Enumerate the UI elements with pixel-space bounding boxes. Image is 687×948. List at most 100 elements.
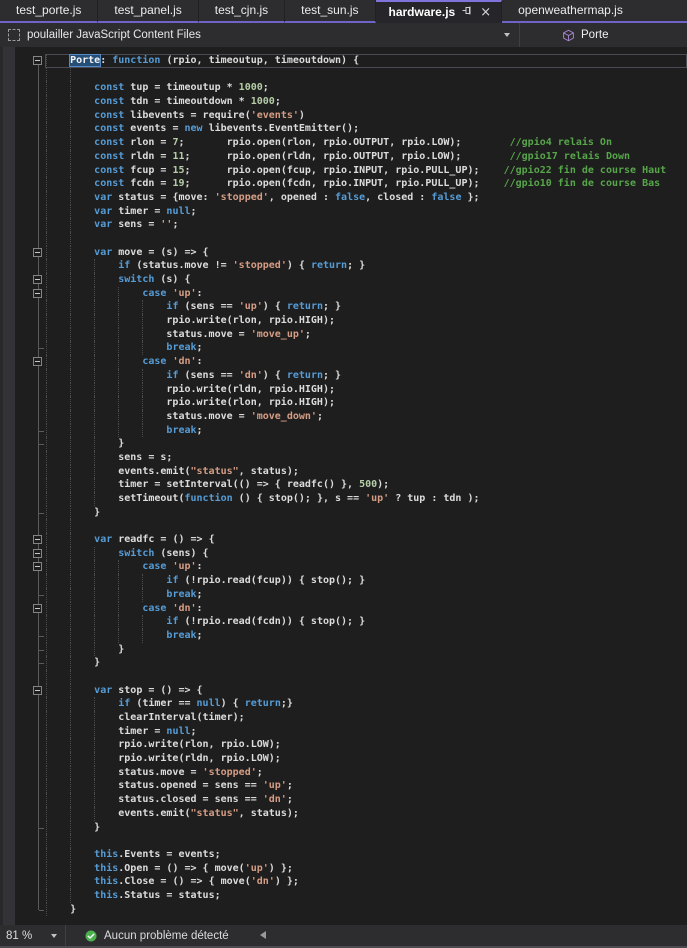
code-line[interactable]: events.emit("status", status);: [0, 465, 687, 479]
code-line[interactable]: break;: [0, 424, 687, 438]
code-line[interactable]: rpio.write(rldn, rpio.LOW);: [0, 752, 687, 766]
dropdown-arrow-icon[interactable]: [504, 33, 510, 37]
code-line[interactable]: const rldn = 11; rpio.open(rldn, rpio.OU…: [0, 150, 687, 164]
pin-icon[interactable]: [462, 3, 473, 22]
tab-test-porte-js[interactable]: test_porte.js: [0, 0, 98, 23]
indent-guide: [70, 68, 71, 82]
code-line[interactable]: timer = setInterval(() => { readfc() }, …: [0, 478, 687, 492]
project-context-dropdown[interactable]: poulailler JavaScript Content Files: [0, 23, 519, 47]
fold-collapse-icon[interactable]: [33, 562, 42, 571]
code-line[interactable]: }: [0, 437, 687, 451]
code-line[interactable]: Porte: function (rpio, timeoutup, timeou…: [0, 54, 687, 68]
code-line[interactable]: rpio.write(rlon, rpio.HIGH);: [0, 396, 687, 410]
code-line[interactable]: if (sens == 'up') { return; }: [0, 300, 687, 314]
code-line[interactable]: const fcdn = 19; rpio.open(fcdn, rpio.IN…: [0, 177, 687, 191]
code-line[interactable]: break;: [0, 629, 687, 643]
close-icon[interactable]: ×: [480, 3, 491, 22]
code-line[interactable]: [0, 834, 687, 848]
code-line[interactable]: }: [0, 656, 687, 670]
zoom-dropdown-arrow-icon[interactable]: [51, 934, 57, 938]
code-line[interactable]: var timer = null;: [0, 205, 687, 219]
code-line[interactable]: this.Close = () => { move('dn') };: [0, 875, 687, 889]
code-line[interactable]: var sens = '';: [0, 218, 687, 232]
code-line[interactable]: break;: [0, 341, 687, 355]
code-line[interactable]: case 'dn':: [0, 355, 687, 369]
code-text: const tup = timeoutup * 1000;: [0, 81, 687, 95]
code-line[interactable]: this.Status = status;: [0, 889, 687, 903]
document-health-indicator[interactable]: Aucun problème détecté: [85, 930, 229, 942]
tab-hardware-js[interactable]: hardware.js ×: [376, 0, 503, 23]
code-line[interactable]: const tup = timeoutup * 1000;: [0, 81, 687, 95]
code-line[interactable]: timer = null;: [0, 725, 687, 739]
tab-test-sun-js[interactable]: test_sun.js: [285, 0, 375, 23]
code-editor[interactable]: Porte: function (rpio, timeoutup, timeou…: [0, 47, 687, 925]
code-line[interactable]: case 'up':: [0, 560, 687, 574]
code-line[interactable]: var status = {move: 'stopped', opened : …: [0, 191, 687, 205]
code-line[interactable]: }: [0, 506, 687, 520]
code-line[interactable]: setTimeout(function () { stop(); }, s ==…: [0, 492, 687, 506]
code-line[interactable]: rpio.write(rlon, rpio.LOW);: [0, 738, 687, 752]
editor-status-row: 81 % Aucun problème détecté: [0, 925, 687, 946]
code-line[interactable]: if (sens == 'dn') { return; }: [0, 369, 687, 383]
code-line[interactable]: }: [0, 903, 687, 917]
code-line[interactable]: const fcup = 15; rpio.open(fcup, rpio.IN…: [0, 164, 687, 178]
fold-collapse-icon[interactable]: [33, 56, 42, 65]
code-text: if (!rpio.read(fcup)) { stop(); }: [0, 574, 687, 588]
code-line[interactable]: const events = new libevents.EventEmitte…: [0, 122, 687, 136]
code-line[interactable]: status.opened = sens == 'up';: [0, 779, 687, 793]
code-line[interactable]: const tdn = timeoutdown * 1000;: [0, 95, 687, 109]
fold-collapse-icon[interactable]: [33, 549, 42, 558]
code-line[interactable]: const libevents = require('events'): [0, 109, 687, 123]
code-text: }: [0, 821, 687, 835]
fold-collapse-icon[interactable]: [33, 535, 42, 544]
code-line[interactable]: this.Open = () => { move('up') };: [0, 862, 687, 876]
code-line[interactable]: events.emit("status", status);: [0, 807, 687, 821]
code-line[interactable]: }: [0, 643, 687, 657]
code-line[interactable]: [0, 68, 687, 82]
code-line[interactable]: case 'dn':: [0, 602, 687, 616]
tab-test-panel-js[interactable]: test_panel.js: [98, 0, 198, 23]
code-line[interactable]: }: [0, 821, 687, 835]
fold-collapse-icon[interactable]: [33, 289, 42, 298]
fold-collapse-icon[interactable]: [33, 275, 42, 284]
code-text: this.Open = () => { move('up') };: [0, 862, 687, 876]
code-line[interactable]: switch (sens) {: [0, 547, 687, 561]
code-line[interactable]: if (timer == null) { return;}: [0, 697, 687, 711]
code-line[interactable]: status.move = 'move_up';: [0, 328, 687, 342]
code-line[interactable]: status.move = 'move_down';: [0, 410, 687, 424]
code-line[interactable]: var move = (s) => {: [0, 246, 687, 260]
code-line[interactable]: sens = s;: [0, 451, 687, 465]
code-line[interactable]: [0, 519, 687, 533]
fold-collapse-icon[interactable]: [33, 248, 42, 257]
fold-collapse-icon[interactable]: [33, 357, 42, 366]
zoom-control[interactable]: 81 %: [0, 925, 66, 946]
code-line[interactable]: break;: [0, 588, 687, 602]
indent-guide: [46, 519, 47, 533]
scrollbar-left-arrow-icon[interactable]: [260, 931, 266, 939]
code-line[interactable]: [0, 670, 687, 684]
code-line[interactable]: status.closed = sens == 'dn';: [0, 793, 687, 807]
tab-openweathermap-js[interactable]: openweathermap.js: [502, 0, 687, 23]
code-line[interactable]: if (!rpio.read(fcup)) { stop(); }: [0, 574, 687, 588]
code-line[interactable]: if (status.move != 'stopped') { return; …: [0, 259, 687, 273]
member-dropdown[interactable]: Porte: [520, 23, 687, 47]
fold-collapse-icon[interactable]: [33, 686, 42, 695]
code-line[interactable]: this.Events = events;: [0, 848, 687, 862]
code-line[interactable]: var stop = () => {: [0, 684, 687, 698]
code-line[interactable]: switch (s) {: [0, 273, 687, 287]
code-text: this.Close = () => { move('dn') };: [0, 875, 687, 889]
code-line[interactable]: status.move = 'stopped';: [0, 766, 687, 780]
code-text: Porte: function (rpio, timeoutup, timeou…: [0, 54, 687, 68]
indent-guide: [70, 670, 71, 684]
code-line[interactable]: case 'up':: [0, 287, 687, 301]
tab-test-cjn-js[interactable]: test_cjn.js: [199, 0, 285, 23]
fold-collapse-icon[interactable]: [33, 604, 42, 613]
code-line[interactable]: var readfc = () => {: [0, 533, 687, 547]
code-line[interactable]: clearInterval(timer);: [0, 711, 687, 725]
code-line[interactable]: [0, 232, 687, 246]
code-line[interactable]: const rlon = 7; rpio.open(rlon, rpio.OUT…: [0, 136, 687, 150]
code-line[interactable]: rpio.write(rlon, rpio.HIGH);: [0, 314, 687, 328]
code-text: case 'dn':: [0, 602, 687, 616]
code-line[interactable]: if (!rpio.read(fcdn)) { stop(); }: [0, 615, 687, 629]
code-line[interactable]: rpio.write(rldn, rpio.HIGH);: [0, 383, 687, 397]
